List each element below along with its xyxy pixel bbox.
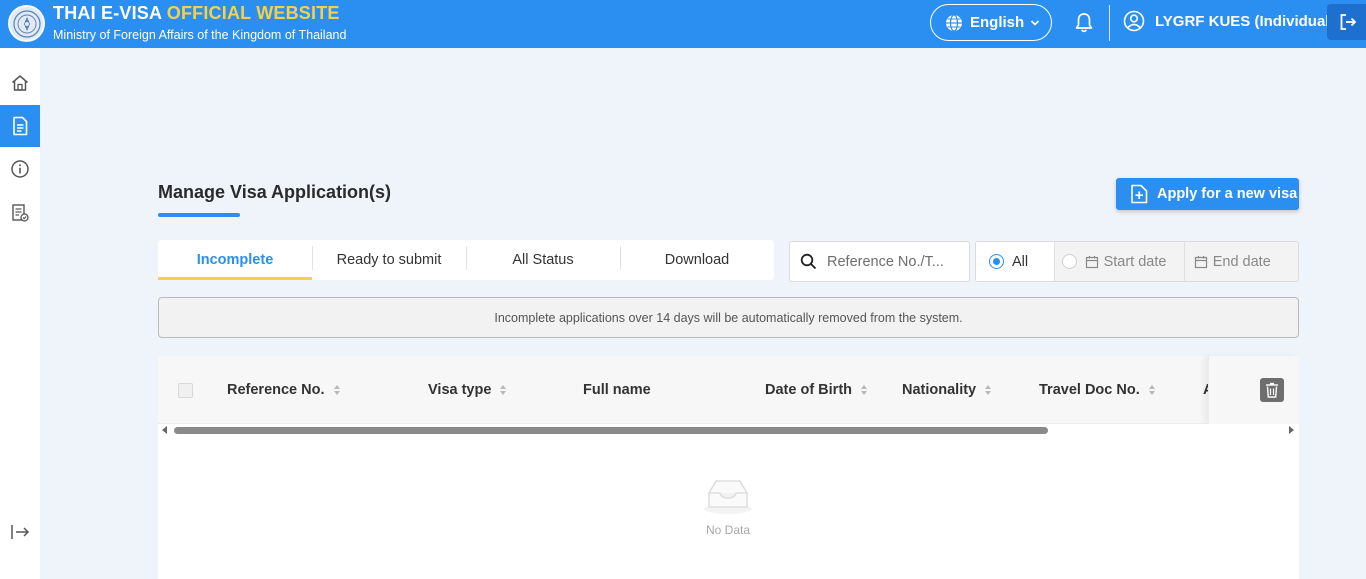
column-visa-type[interactable]: Visa type	[428, 382, 507, 398]
column-label: Date of Birth	[765, 382, 852, 398]
actions-column	[1208, 356, 1299, 424]
column-reference-no[interactable]: Reference No.	[227, 382, 340, 398]
sidebar-item-home[interactable]	[0, 62, 40, 104]
table-header: Reference No. Visa type Full name Date o…	[158, 356, 1299, 424]
scroll-right-arrow-icon[interactable]	[1289, 426, 1294, 434]
applications-table: Reference No. Visa type Full name Date o…	[158, 356, 1299, 579]
bell-icon	[1075, 13, 1093, 33]
start-date-label: Start date	[1103, 253, 1167, 270]
info-icon	[11, 160, 29, 178]
language-selector[interactable]: English	[930, 4, 1052, 41]
filter-option-start-date[interactable]: Start date	[1055, 242, 1185, 281]
column-nationality[interactable]: Nationality	[902, 382, 992, 398]
ministry-seal-logo[interactable]	[8, 5, 45, 42]
top-header: THAI E-VISA OFFICIAL WEBSITE Ministry of…	[0, 0, 1366, 48]
page-title: Manage Visa Application(s)	[158, 182, 392, 202]
column-label: Nationality	[902, 382, 977, 398]
radio-all-selected[interactable]	[989, 254, 1004, 269]
scrollbar-thumb[interactable]	[174, 427, 1048, 434]
site-title-prefix: THAI E-VISA	[53, 3, 162, 23]
language-label: English	[970, 14, 1025, 31]
tab-all-status[interactable]: All Status	[466, 240, 620, 280]
calendar-icon	[1085, 255, 1098, 268]
checklist-icon	[12, 204, 29, 222]
seal-icon	[12, 9, 41, 38]
page-title-underline	[158, 213, 240, 217]
header-divider	[1109, 5, 1110, 41]
select-all-checkbox[interactable]	[178, 383, 193, 398]
site-title[interactable]: THAI E-VISA OFFICIAL WEBSITE	[53, 3, 340, 24]
logout-button[interactable]	[1327, 4, 1366, 40]
sort-icon[interactable]	[1148, 385, 1155, 395]
no-data-text: No Data	[705, 523, 751, 537]
tab-ready-to-submit[interactable]: Ready to submit	[312, 240, 466, 280]
radio-start-date[interactable]	[1061, 254, 1077, 269]
apply-new-visa-button[interactable]: Apply for a new visa	[1116, 178, 1299, 210]
logout-icon	[1340, 14, 1357, 30]
sidebar-expand-button[interactable]	[0, 511, 40, 553]
empty-inbox-icon	[704, 480, 752, 514]
tab-incomplete[interactable]: Incomplete	[158, 240, 312, 280]
apply-new-visa-label: Apply for a new visa	[1157, 186, 1298, 202]
user-name: LYGRF KUES (Individual)	[1155, 12, 1335, 30]
user-avatar-icon	[1123, 10, 1145, 32]
expand-arrow-icon	[11, 525, 30, 539]
horizontal-scrollbar[interactable]	[158, 424, 1299, 436]
sidebar-item-applications[interactable]	[0, 105, 40, 147]
column-label: Travel Doc No.	[1039, 382, 1140, 398]
home-icon	[12, 75, 28, 91]
filter-option-end-date[interactable]: End date	[1185, 242, 1298, 281]
column-label: Full name	[583, 382, 651, 398]
trash-icon	[1266, 382, 1278, 398]
column-travel-doc-no[interactable]: Travel Doc No.	[1039, 382, 1155, 398]
column-full-name: Full name	[583, 382, 651, 398]
column-label: Visa type	[428, 382, 492, 398]
scroll-left-arrow-icon[interactable]	[162, 426, 167, 434]
user-menu[interactable]: LYGRF KUES (Individual)	[1123, 10, 1334, 32]
sort-icon[interactable]	[985, 385, 992, 395]
filter-all-label: All	[1012, 253, 1029, 270]
auto-removal-notice: Incomplete applications over 14 days wil…	[158, 297, 1299, 338]
add-document-icon	[1131, 184, 1148, 204]
tab-download[interactable]: Download	[620, 240, 774, 280]
document-icon	[13, 116, 28, 136]
notification-button[interactable]	[1074, 12, 1094, 34]
sidebar	[0, 48, 40, 579]
globe-icon	[946, 13, 962, 32]
sort-icon[interactable]	[861, 385, 867, 395]
sort-icon[interactable]	[500, 385, 507, 395]
status-tabs: Incomplete Ready to submit All Status Do…	[158, 240, 774, 280]
site-title-accent: OFFICIAL WEBSITE	[166, 3, 340, 23]
sidebar-item-checklist[interactable]	[0, 192, 40, 234]
sidebar-item-info[interactable]	[0, 148, 40, 190]
column-date-of-birth[interactable]: Date of Birth	[765, 382, 867, 398]
filter-option-all[interactable]: All	[976, 242, 1055, 281]
date-filter: All Start date End date	[975, 241, 1299, 282]
chevron-down-icon	[1031, 19, 1040, 26]
search-icon	[800, 253, 817, 270]
end-date-label: End date	[1212, 253, 1271, 270]
search-input[interactable]	[827, 253, 967, 270]
calendar-icon	[1194, 255, 1207, 268]
empty-state: No Data	[688, 476, 768, 537]
site-subtitle: Ministry of Foreign Affairs of the Kingd…	[53, 28, 347, 42]
search-box	[789, 241, 970, 282]
column-label: Reference No.	[227, 382, 325, 398]
sort-icon[interactable]	[333, 385, 340, 395]
delete-selected-button[interactable]	[1260, 378, 1284, 402]
